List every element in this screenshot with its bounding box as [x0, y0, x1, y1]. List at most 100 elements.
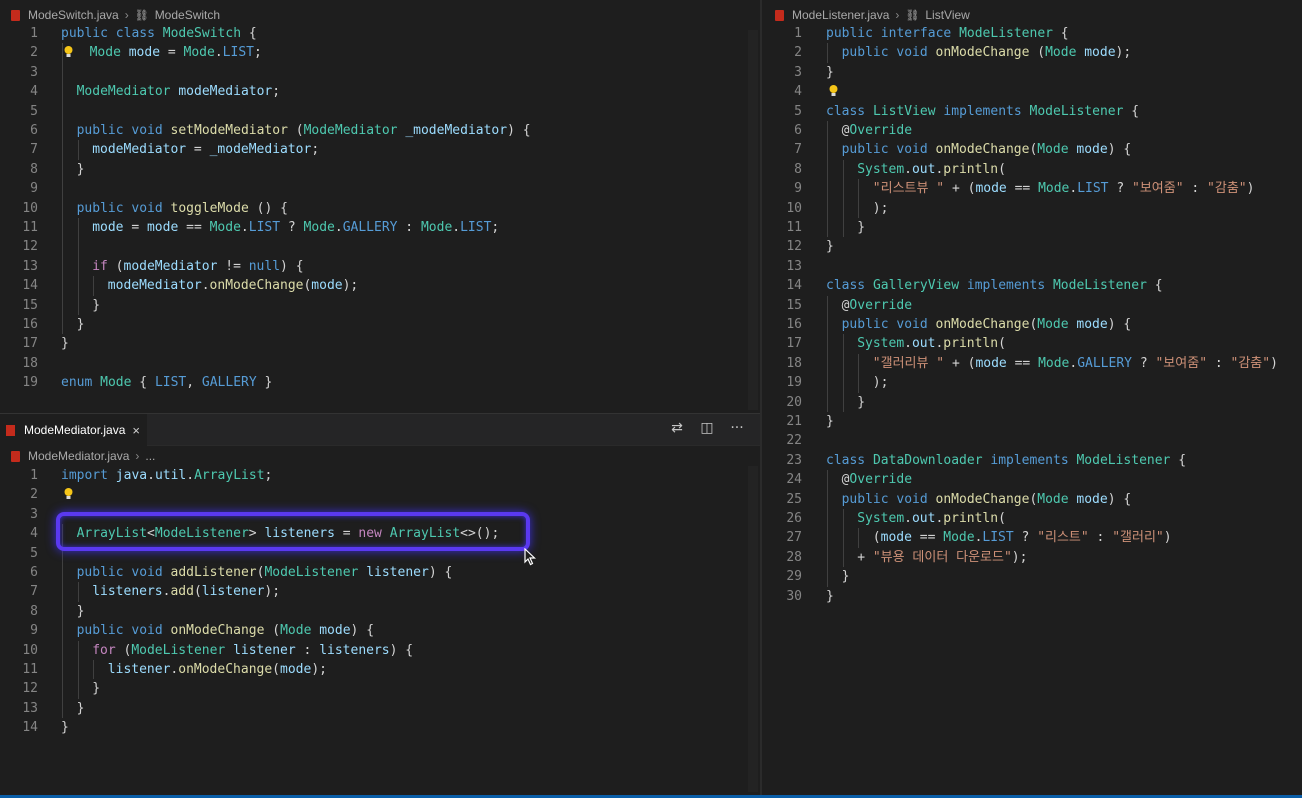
code-text[interactable]: }: [826, 63, 834, 82]
code-line[interactable]: 10 public void toggleMode () {: [0, 198, 760, 218]
code-line[interactable]: 11 listener.onModeChange(mode);: [0, 660, 760, 680]
code-line[interactable]: 5: [0, 101, 760, 121]
code-line[interactable]: 17 System.out.println(: [762, 334, 1302, 354]
editor-pane-modelistener[interactable]: ModeListener.java › ⛓ ListView 1 public i…: [762, 0, 1302, 796]
code-text[interactable]: class GalleryView implements ModeListene…: [826, 276, 1163, 295]
code-line[interactable]: 27 (mode == Mode.LIST ? "리스트" : "갤러리"): [762, 528, 1302, 548]
code-text[interactable]: }: [92, 679, 100, 698]
code-line[interactable]: 1 public class ModeSwitch {: [0, 24, 760, 43]
code-line[interactable]: 9 public void onModeChange (Mode mode) {: [0, 621, 760, 641]
code-text[interactable]: ModeMediator modeMediator;: [77, 82, 281, 101]
code-line[interactable]: 4: [762, 82, 1302, 101]
code-text[interactable]: }: [77, 699, 85, 718]
code-text[interactable]: public void onModeChange(Mode mode) {: [842, 315, 1132, 334]
code-line[interactable]: 6 public void addListener(ModeListener li…: [0, 563, 760, 583]
code-line[interactable]: 19 enum Mode { LIST, GALLERY }: [0, 373, 760, 392]
code-line[interactable]: 4 ModeMediator modeMediator;: [0, 82, 760, 102]
code-text[interactable]: }: [826, 237, 834, 256]
code-line[interactable]: 9: [0, 179, 760, 199]
code-text[interactable]: System.out.println(: [857, 334, 1006, 353]
compare-changes-icon[interactable]: ⇄: [668, 420, 686, 436]
code-text[interactable]: enum Mode { LIST, GALLERY }: [61, 373, 272, 392]
scrollbar[interactable]: [748, 30, 758, 410]
code-line[interactable]: 11}: [762, 218, 1302, 238]
code-line[interactable]: 1 import java.util.ArrayList;: [0, 466, 760, 485]
editor-pane-modemediator[interactable]: ModeMediator.java × ⇄ ◫ ··· ModeMediator…: [0, 414, 760, 796]
code-text[interactable]: }: [77, 315, 85, 334]
code-line[interactable]: 11 mode = mode == Mode.LIST ? Mode.GALLER…: [0, 218, 760, 238]
code-text[interactable]: + "뷰용 데이터 다운로드");: [857, 548, 1027, 567]
code-line[interactable]: 2 Mode mode = Mode.LIST;: [0, 43, 760, 63]
code-line[interactable]: 28 + "뷰용 데이터 다운로드");: [762, 547, 1302, 568]
code-line[interactable]: 2: [0, 485, 760, 504]
code-text[interactable]: "갤러리뷰 " + (mode == Mode.GALLERY ? "보여줌" …: [873, 354, 1278, 373]
code-text[interactable]: @Override: [842, 470, 912, 489]
code-line[interactable]: 13 if (modeMediator != null) {: [0, 256, 760, 277]
breadcrumb-symbol[interactable]: ModeSwitch: [155, 8, 220, 22]
code-line[interactable]: 12}: [762, 237, 1302, 256]
code-line[interactable]: 29}: [762, 567, 1302, 587]
code-text[interactable]: for (ModeListener listener : listeners) …: [92, 641, 413, 660]
code-line[interactable]: 14 class GalleryView implements ModeListe…: [762, 276, 1302, 295]
code-text[interactable]: }: [826, 412, 834, 431]
code-line[interactable]: 14 modeMediator.onModeChange(mode);: [0, 276, 760, 296]
code-text[interactable]: listeners.add(listener);: [92, 582, 280, 601]
lightbulb-icon[interactable]: [828, 84, 839, 98]
code-line[interactable]: 14}: [0, 718, 760, 737]
breadcrumb-file[interactable]: ModeSwitch.java: [28, 8, 119, 22]
breadcrumb-file[interactable]: ModeListener.java: [792, 8, 889, 22]
code-text[interactable]: modeMediator.onModeChange(mode);: [108, 276, 358, 295]
editor-pane-modeswitch[interactable]: ModeSwitch.java › ⛓ ModeSwitch 1 public c…: [0, 0, 760, 414]
more-actions-icon[interactable]: ···: [728, 420, 746, 436]
code-line[interactable]: 23 class DataDownloader implements ModeLi…: [762, 451, 1302, 470]
code-line[interactable]: 20}: [762, 392, 1302, 412]
code-line[interactable]: 8}: [0, 159, 760, 180]
code-line[interactable]: 7 listeners.add(listener);: [0, 582, 760, 602]
code-line[interactable]: 26 System.out.println(: [762, 509, 1302, 529]
code-text[interactable]: listener.onModeChange(mode);: [108, 660, 327, 679]
code-line[interactable]: 18 "갤러리뷰 " + (mode == Mode.GALLERY ? "보여줌…: [762, 353, 1302, 374]
code-line[interactable]: 13: [762, 257, 1302, 276]
code-line[interactable]: 19);: [762, 373, 1302, 393]
code-line[interactable]: 9 "리스트뷰 " + (mode == Mode.LIST ? "보여줌" : …: [762, 179, 1302, 199]
code-line[interactable]: 5 class ListView implements ModeListener …: [762, 102, 1302, 121]
code-line[interactable]: 10 for (ModeListener listener : listeners…: [0, 640, 760, 660]
code-text[interactable]: @Override: [842, 296, 912, 315]
code-line[interactable]: 12: [0, 237, 760, 257]
code-text[interactable]: public void addListener(ModeListener lis…: [77, 563, 453, 582]
code-text[interactable]: }: [77, 602, 85, 621]
code-text[interactable]: }: [92, 296, 100, 315]
code-line[interactable]: 30}: [762, 587, 1302, 606]
breadcrumb-file[interactable]: ModeMediator.java: [28, 449, 129, 463]
code-line[interactable]: 15}: [0, 295, 760, 315]
code-line[interactable]: 13}: [0, 698, 760, 719]
code-line[interactable]: 22: [762, 431, 1302, 450]
code-line[interactable]: 2 public void onModeChange (Mode mode);: [762, 43, 1302, 63]
code-text[interactable]: "리스트뷰 " + (mode == Mode.LIST ? "보여줌" : "…: [873, 179, 1255, 198]
code-text[interactable]: public void toggleMode () {: [77, 199, 288, 218]
code-text[interactable]: }: [842, 567, 850, 586]
code-line[interactable]: 7 public void onModeChange(Mode mode) {: [762, 140, 1302, 160]
code-line[interactable]: 10);: [762, 198, 1302, 218]
code-text[interactable]: public void onModeChange (Mode mode) {: [77, 621, 374, 640]
code-text[interactable]: public void onModeChange (Mode mode);: [842, 43, 1132, 62]
code-line[interactable]: 8}: [0, 601, 760, 622]
code-line[interactable]: 8 System.out.println(: [762, 159, 1302, 180]
code-line[interactable]: 15 @Override: [762, 295, 1302, 315]
code-text[interactable]: if (modeMediator != null) {: [92, 257, 303, 276]
scrollbar[interactable]: [748, 466, 758, 792]
code-text[interactable]: public void onModeChange(Mode mode) {: [842, 490, 1132, 509]
code-line[interactable]: 25 public void onModeChange(Mode mode) {: [762, 489, 1302, 509]
code-text[interactable]: }: [826, 587, 834, 606]
code-text[interactable]: @Override: [842, 121, 912, 140]
code-text[interactable]: mode = mode == Mode.LIST ? Mode.GALLERY …: [92, 218, 499, 237]
code-text[interactable]: import java.util.ArrayList;: [61, 466, 272, 485]
code-text[interactable]: Mode mode = Mode.LIST;: [90, 43, 262, 62]
code-text[interactable]: public void onModeChange(Mode mode) {: [842, 140, 1132, 159]
code-text[interactable]: );: [873, 199, 889, 218]
code-line[interactable]: 17}: [0, 334, 760, 353]
code-line[interactable]: 3}: [762, 63, 1302, 82]
code-text[interactable]: }: [857, 393, 865, 412]
code-line[interactable]: 1 public interface ModeListener {: [762, 24, 1302, 43]
code-text[interactable]: }: [857, 218, 865, 237]
